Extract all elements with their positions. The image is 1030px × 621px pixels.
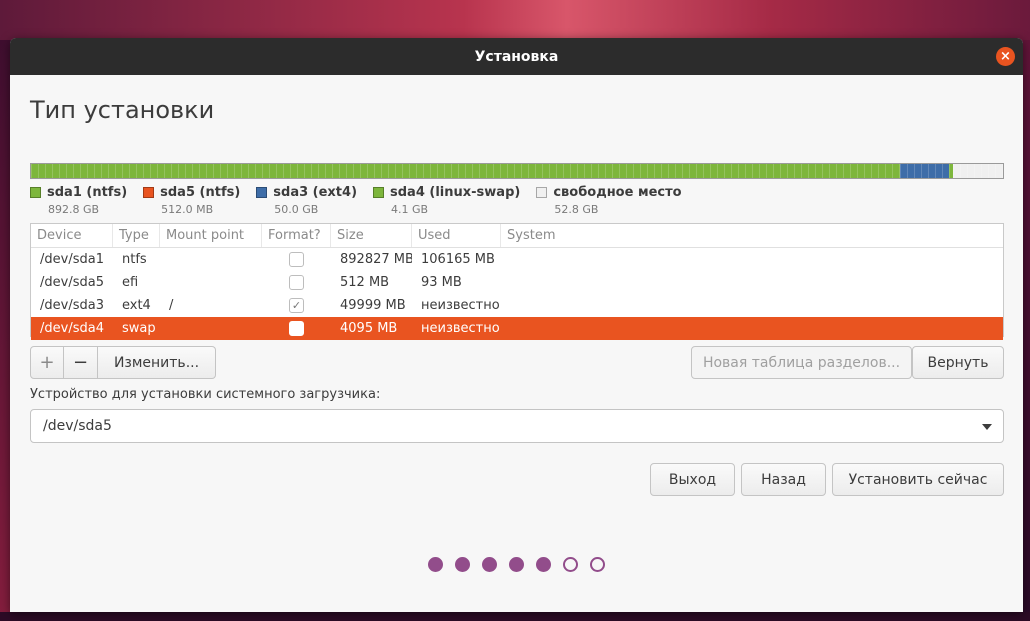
legend-label: sda4 (linux-swap)	[390, 185, 521, 200]
dropdown-arrow-icon	[982, 424, 992, 430]
bootloader-device-value: /dev/sda5	[43, 418, 112, 434]
partition-bar	[30, 163, 1004, 179]
desktop-background	[0, 0, 1030, 40]
cell-format	[262, 275, 331, 290]
step-dot	[455, 557, 470, 572]
column-header-mount-point[interactable]: Mount point	[160, 224, 262, 247]
cell-format	[262, 321, 331, 336]
table-header: Device Type Mount point Format? Size Used Syst…	[31, 224, 1003, 248]
table-row[interactable]: /dev/sda5 efi 512 MB 93 MB	[31, 271, 1003, 294]
column-header-system[interactable]: System	[501, 224, 1003, 247]
cell-size: 512 MB	[340, 275, 390, 290]
legend-row: sda5 (ntfs)	[143, 185, 240, 200]
legend-item: sda5 (ntfs) 512.0 MB	[143, 185, 240, 216]
cell-used: 106165 MB	[421, 252, 495, 267]
format-checkbox[interactable]	[289, 275, 304, 290]
legend-swatch	[256, 187, 268, 198]
step-dot	[482, 557, 497, 572]
close-icon[interactable]: ×	[996, 47, 1015, 66]
cell-device: /dev/sda5	[40, 275, 104, 290]
desktop-bottom	[0, 612, 1030, 621]
table-row[interactable]: /dev/sda1 ntfs 892827 MB 106165 MB	[31, 248, 1003, 271]
legend-row: sda3 (ext4)	[256, 185, 357, 200]
legend-size: 512.0 MB	[161, 203, 214, 216]
bootloader-device-select[interactable]: /dev/sda5	[30, 409, 1004, 443]
format-checkbox[interactable]	[289, 252, 304, 267]
cell-type: swap	[122, 321, 156, 336]
column-header-device[interactable]: Device	[31, 224, 113, 247]
cell-size: 4095 MB	[340, 321, 398, 336]
step-progress	[428, 557, 605, 572]
cell-size: 892827 MB	[340, 252, 412, 267]
format-checkbox[interactable]: ✓	[289, 298, 304, 313]
step-dot	[590, 557, 605, 572]
legend-size: 4.1 GB	[391, 203, 429, 216]
cell-size: 49999 MB	[340, 298, 406, 313]
change-partition-button[interactable]: Изменить...	[98, 346, 216, 379]
cell-device: /dev/sda1	[40, 252, 104, 267]
legend-item: sda4 (linux-swap) 4.1 GB	[373, 185, 520, 216]
legend-swatch	[536, 187, 548, 198]
remove-partition-button[interactable]: −	[64, 346, 98, 379]
cell-used: 93 MB	[421, 275, 462, 290]
table-row[interactable]: /dev/sda3 ext4 / ✓ 49999 MB неизвестно	[31, 294, 1003, 317]
back-button[interactable]: Назад	[741, 463, 826, 496]
step-dot	[428, 557, 443, 572]
cell-used: неизвестно	[421, 298, 500, 313]
cell-format	[262, 252, 331, 267]
legend-item: sda3 (ext4) 50.0 GB	[256, 185, 357, 216]
window-titlebar[interactable]: Установка ×	[10, 38, 1023, 75]
column-header-size[interactable]: Size	[331, 224, 412, 247]
install-now-button[interactable]: Установить сейчас	[832, 463, 1004, 496]
checkmark-icon: ✓	[291, 299, 302, 312]
window-title: Установка	[474, 48, 559, 65]
cell-mount-point: /	[169, 298, 174, 313]
step-dot	[536, 557, 551, 572]
legend-item: sda1 (ntfs) 892.8 GB	[30, 185, 127, 216]
step-dot	[509, 557, 524, 572]
cell-format: ✓	[262, 298, 331, 313]
legend-item: свободное место 52.8 GB	[536, 185, 682, 216]
legend-swatch	[373, 187, 385, 198]
partition-segment-free	[952, 164, 1003, 178]
cell-device: /dev/sda4	[40, 321, 104, 336]
legend-row: sda4 (linux-swap)	[373, 185, 520, 200]
cell-used: неизвестно	[421, 321, 500, 336]
legend-size: 50.0 GB	[274, 203, 319, 216]
column-header-format[interactable]: Format?	[262, 224, 331, 247]
cell-device: /dev/sda3	[40, 298, 104, 313]
page-title: Тип установки	[30, 96, 215, 124]
partition-legend: sda1 (ntfs) 892.8 GB sda5 (ntfs) 512.0 MB sd…	[30, 185, 698, 216]
legend-row: sda1 (ntfs)	[30, 185, 127, 200]
column-header-type[interactable]: Type	[113, 224, 160, 247]
step-dot	[563, 557, 578, 572]
format-checkbox[interactable]	[289, 321, 304, 336]
cell-type: ntfs	[122, 252, 147, 267]
partition-segment-sda3	[900, 164, 949, 178]
column-header-used[interactable]: Used	[412, 224, 501, 247]
add-partition-button[interactable]: +	[30, 346, 64, 379]
legend-swatch	[143, 187, 155, 198]
legend-swatch	[30, 187, 41, 198]
legend-label: sda1 (ntfs)	[47, 185, 128, 200]
cell-type: efi	[122, 275, 139, 290]
cell-type: ext4	[122, 298, 151, 313]
legend-row: свободное место	[536, 185, 682, 200]
installer-window: Установка × Тип установки sda1 (ntfs) 892…	[10, 38, 1023, 612]
table-body: /dev/sda1 ntfs 892827 MB 106165 MB/dev/sda5…	[31, 248, 1003, 340]
legend-label: sda3 (ext4)	[273, 185, 358, 200]
quit-button[interactable]: Выход	[650, 463, 735, 496]
revert-button[interactable]: Вернуть	[912, 346, 1004, 379]
legend-label: sda5 (ntfs)	[160, 185, 241, 200]
new-partition-table-button[interactable]: Новая таблица разделов...	[691, 346, 912, 379]
partition-table[interactable]: Device Type Mount point Format? Size Used Syst…	[30, 223, 1004, 340]
bootloader-label: Устройство для установки системного загр…	[30, 387, 381, 402]
legend-size: 52.8 GB	[554, 203, 599, 216]
table-row[interactable]: /dev/sda4 swap 4095 MB неизвестно	[31, 317, 1003, 340]
legend-label: свободное место	[553, 185, 682, 200]
legend-size: 892.8 GB	[48, 203, 100, 216]
partition-segment-sda1	[31, 164, 900, 178]
